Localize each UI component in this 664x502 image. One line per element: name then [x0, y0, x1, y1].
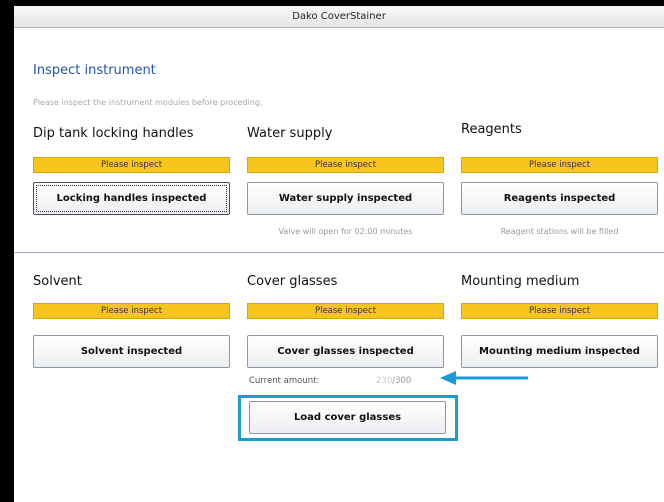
reagents-inspected-button[interactable]: Reagents inspected: [461, 182, 658, 215]
section-heading-solvent: Solvent: [33, 274, 82, 289]
reagents-note: Reagent stations will be filled: [500, 227, 619, 236]
solvent-inspected-button[interactable]: Solvent inspected: [33, 335, 230, 368]
section-heading-cover-glasses: Cover glasses: [247, 274, 338, 289]
current-amount-label: Current amount:: [249, 376, 320, 386]
window-title-bar: Dako CoverStainer: [14, 6, 664, 28]
current-amount-count: 230: [376, 376, 393, 386]
app-window: Dako CoverStainer Inspect instrument Ple…: [0, 0, 664, 502]
inspect-panel: Inspect instrument Please inspect the in…: [14, 28, 664, 502]
load-cover-glasses-button[interactable]: Load cover glasses: [249, 401, 446, 434]
section-heading-water-supply: Water supply: [247, 126, 333, 141]
left-arrow-icon: [440, 371, 528, 385]
water-supply-inspected-button[interactable]: Water supply inspected: [247, 182, 444, 215]
amount-max: 300: [395, 376, 412, 386]
status-badge-cover-glasses: Please inspect: [247, 303, 444, 319]
locking-handles-inspected-button[interactable]: Locking handles inspected: [33, 182, 230, 215]
status-badge-reagents: Please inspect: [461, 157, 658, 173]
status-badge-dip-tank: Please inspect: [33, 157, 230, 173]
page-subtitle: Please inspect the instrument modules be…: [33, 98, 263, 107]
status-badge-water-supply: Please inspect: [247, 157, 444, 173]
cover-glasses-inspected-button[interactable]: Cover glasses inspected: [247, 335, 444, 368]
section-heading-mounting-medium: Mounting medium: [461, 274, 580, 289]
status-badge-mounting-medium: Please inspect: [461, 303, 658, 319]
water-supply-note: Valve will open for 02:00 minutes: [278, 227, 413, 236]
section-divider: [14, 252, 664, 253]
mounting-medium-inspected-button[interactable]: Mounting medium inspected: [461, 335, 658, 368]
page-title: Inspect instrument: [33, 63, 156, 78]
section-heading-reagents: Reagents: [461, 122, 522, 137]
current-amount-value: 230/300: [376, 376, 411, 386]
status-badge-solvent: Please inspect: [33, 303, 230, 319]
section-heading-dip-tank: Dip tank locking handles: [33, 126, 194, 141]
